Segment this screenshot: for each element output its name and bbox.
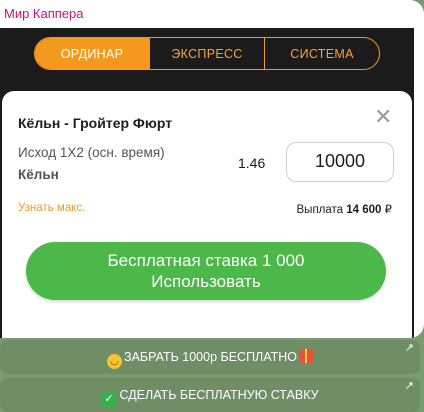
odds-value: 1.46 — [238, 155, 266, 171]
match-title: Кёльн - Гройтер Фюрт — [18, 115, 173, 131]
tab-system[interactable]: СИСТЕМА — [264, 38, 379, 69]
max-stake-link[interactable]: Узнать макс. — [18, 202, 85, 214]
currency-symbol: ₽ — [384, 204, 392, 216]
betting-app-screenshot: ОРДИНАР ЭКСПРЕСС СИСТЕМА Кёльн - Гройтер… — [0, 28, 414, 338]
channel-name[interactable]: Мир Каппера — [4, 6, 84, 21]
stake-input[interactable]: 10000 — [286, 142, 394, 182]
free-bet-action: Использовать — [151, 272, 261, 291]
claim-bonus-button[interactable]: ◡ ЗАБРАТЬ 1000р БЕСПЛАТНО ↗ — [0, 340, 420, 374]
grinning-face-icon: ◡ — [107, 354, 122, 369]
bet-type-tabs: ОРДИНАР ЭКСПРЕСС СИСТЕМА — [34, 37, 380, 70]
bet-slip-card: Кёльн - Гройтер Фюрт ✕ Исход 1Х2 (осн. в… — [2, 91, 412, 338]
external-link-icon: ↗ — [404, 342, 414, 354]
check-mark-icon: ✓ — [101, 392, 117, 407]
payout-label: Выплата — [296, 204, 344, 216]
message-bubble: Мир Каппера ОРДИНАР ЭКСПРЕСС СИСТЕМА Кёл… — [0, 0, 424, 338]
claim-bonus-label: ЗАБРАТЬ 1000р БЕСПЛАТНО — [124, 350, 297, 364]
free-bet-button[interactable]: Бесплатная ставка 1 000 Использовать — [26, 242, 386, 300]
tab-single[interactable]: ОРДИНАР — [35, 38, 149, 69]
make-free-bet-label: СДЕЛАТЬ БЕСПЛАТНУЮ СТАВКУ — [119, 388, 319, 402]
payout-value: 14 600 — [346, 204, 382, 216]
make-free-bet-button[interactable]: ✓ СДЕЛАТЬ БЕСПЛАТНУЮ СТАВКУ ↗ — [0, 378, 420, 412]
gift-icon — [299, 349, 313, 363]
payout: Выплата 14 600 ₽ — [297, 202, 392, 216]
tab-express[interactable]: ЭКСПРЕСС — [149, 38, 264, 69]
outcome-market: Исход 1Х2 (осн. время) — [18, 145, 165, 160]
external-link-icon: ↗ — [404, 380, 414, 392]
free-bet-title: Бесплатная ставка 1 000 — [107, 251, 305, 270]
close-icon[interactable]: ✕ — [374, 107, 392, 129]
outcome-selection: Кёльн — [18, 167, 59, 182]
